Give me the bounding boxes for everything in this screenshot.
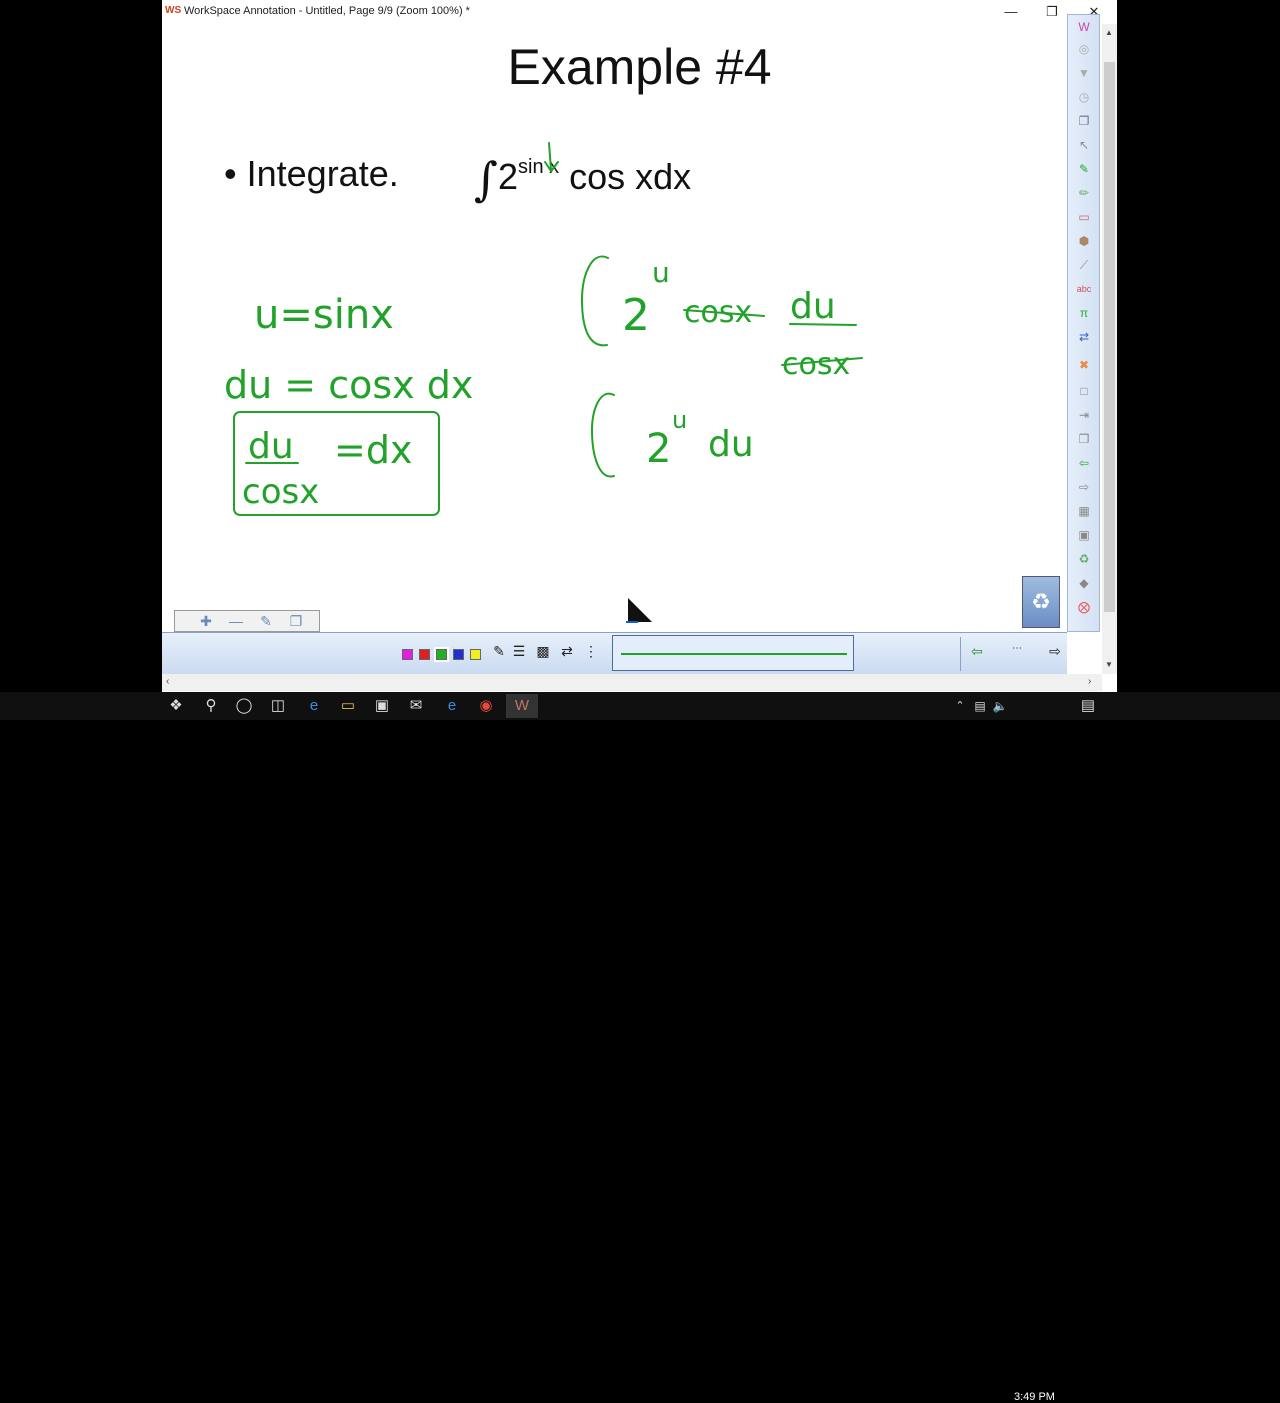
ink-u-equals-sinx: u=sinx	[254, 292, 394, 338]
cortana-icon[interactable]: ◯	[228, 694, 260, 718]
color-swatch-blue[interactable]	[453, 649, 464, 660]
exit-icon[interactable]: ⨂	[1074, 597, 1094, 617]
zoom-toolbar: ✚ — ✎ ❐	[174, 610, 320, 632]
color-swatch-yellow[interactable]	[470, 649, 481, 660]
timer-icon[interactable]: ◷	[1074, 87, 1094, 107]
tool-icon-1[interactable]: ◎	[1074, 39, 1094, 59]
scroll-up-icon[interactable]: ▲	[1105, 28, 1113, 37]
taskbar-clock[interactable]: 3:49 PM	[1014, 1391, 1055, 1403]
select-icon[interactable]: ↖	[1074, 135, 1094, 155]
highlighter-icon[interactable]: ✏	[1074, 183, 1094, 203]
ink-2u-exp: u	[652, 256, 670, 289]
task-view-icon[interactable]: ◫	[262, 694, 294, 718]
math-icon[interactable]: π	[1074, 303, 1094, 323]
ink-du-equals: du = cosx dx	[224, 363, 473, 407]
ink-box-du: du	[248, 426, 294, 467]
ink-cosx-top: cosx	[684, 295, 752, 330]
line-width-icon[interactable]: ☰	[510, 643, 528, 663]
new-page-icon[interactable]: □	[1074, 381, 1094, 401]
clear-icon[interactable]: ✖	[1074, 355, 1094, 375]
pen-tool-icon[interactable]: ✎	[1074, 159, 1094, 179]
dash-style-icon[interactable]: ⋮	[582, 643, 600, 663]
ink-du-bottom: du	[708, 424, 754, 465]
ink-arrow-down	[544, 142, 559, 172]
ink-cosx-bottom: cosx	[782, 347, 850, 382]
notification-icon[interactable]: ▤	[1072, 694, 1104, 718]
import-icon[interactable]: ⇥	[1074, 405, 1094, 425]
volume-icon[interactable]: 🔈	[984, 694, 1016, 718]
recycle-bin-icon[interactable]: ♻	[1022, 576, 1060, 628]
mail-icon[interactable]: ✉	[400, 694, 432, 718]
workspace-taskbar-icon[interactable]: W	[506, 694, 538, 718]
horizontal-scrollbar[interactable]: ‹ ›	[162, 674, 1102, 691]
search-icon[interactable]: ⚲	[195, 694, 227, 718]
arrows-icon[interactable]: ⇄	[1074, 327, 1094, 347]
next-page-icon[interactable]: ⇨	[1046, 643, 1064, 663]
store-icon[interactable]: ▣	[366, 694, 398, 718]
back-icon[interactable]: ⇦	[1074, 453, 1094, 473]
pages-icon[interactable]: ❐	[285, 612, 307, 630]
start-icon[interactable]: ❖	[160, 694, 192, 718]
file-explorer-icon[interactable]: ▭	[332, 694, 364, 718]
save-icon[interactable]: ▣	[1074, 525, 1094, 545]
edge-icon[interactable]: e	[298, 694, 330, 718]
grid-icon[interactable]: ▦	[1074, 501, 1094, 521]
ws-logo-icon: W	[1078, 20, 1090, 34]
ink-du-top: du	[790, 286, 836, 327]
color-swatch-magenta[interactable]	[402, 649, 413, 660]
internet-explorer-icon[interactable]: e	[436, 694, 468, 718]
text-tool-icon[interactable]: abc	[1074, 279, 1094, 299]
tag-icon[interactable]: ◆	[1074, 573, 1094, 593]
vertical-scrollbar[interactable]: ▲ ▼	[1102, 24, 1117, 674]
pen-icon[interactable]: ✎	[490, 643, 508, 663]
ink-2u2-exp: u	[672, 406, 687, 434]
scroll-left-icon[interactable]: ‹	[166, 676, 169, 687]
ink-2u2-base: 2	[646, 426, 671, 472]
ink-2u-base: 2	[622, 290, 650, 341]
bottom-toolbar: ✎ ☰ ▩ ⇄ ⋮ ⇦ ⋯ ⇨	[162, 632, 1067, 675]
zoom-in-icon[interactable]: ✚	[195, 612, 217, 630]
ink-integral-big-1	[581, 255, 609, 347]
copy-icon[interactable]: ❐	[1074, 111, 1094, 131]
edit-icon[interactable]: ✎	[255, 612, 277, 630]
eraser-icon[interactable]: ▭	[1074, 207, 1094, 227]
color-swatch-green[interactable]	[434, 647, 449, 662]
forward-icon[interactable]: ⇨	[1074, 477, 1094, 497]
previous-page-icon[interactable]: ⇦	[968, 643, 986, 663]
shape-icon[interactable]: ⬢	[1074, 231, 1094, 251]
line-tool-icon[interactable]: ⟋	[1074, 255, 1094, 275]
color-swatch-red[interactable]	[419, 649, 430, 660]
page-indicator-icon[interactable]: ⋯	[1008, 643, 1026, 663]
recycle-tool-icon[interactable]: ♻	[1074, 549, 1094, 569]
scroll-right-icon[interactable]: ›	[1088, 676, 1091, 687]
vertical-scroll-thumb[interactable]	[1104, 62, 1115, 612]
ink-box-cosx: cosx	[242, 472, 319, 512]
handwriting-layer: u=sinx du = cosx dx du cosx =dx 2 u cosx…	[224, 142, 863, 516]
chrome-icon[interactable]: ◉	[470, 694, 502, 718]
pen-preview	[612, 635, 854, 671]
toolbar-divider	[960, 637, 961, 671]
scroll-down-icon[interactable]: ▼	[1105, 660, 1113, 669]
zoom-out-icon[interactable]: —	[225, 612, 247, 630]
ink-integral-big-2	[591, 392, 615, 478]
taskbar: ❖ ⚲ ◯ ◫ e ▭ ▣ ✉ e ◉ W ⌃ ▤ 🔈 3:49 PM ▤	[0, 692, 1280, 1403]
app-window: WS WorkSpace Annotation - Untitled, Page…	[162, 0, 1117, 692]
transparency-icon[interactable]: ▩	[534, 643, 552, 663]
pen-preview-line	[621, 653, 847, 655]
cursor-tool-icon[interactable]	[624, 592, 658, 628]
screenshot-icon[interactable]: ❐	[1074, 429, 1094, 449]
right-tool-sidebar: W ◎ ▼ ◷ ❐ ↖ ✎ ✏ ▭ ⬢ ⟋ abc π ⇄ ✖ □ ⇥ ❐ ⇦ …	[1067, 14, 1100, 632]
tool-icon-2[interactable]: ▼	[1074, 63, 1094, 83]
line-style-icon[interactable]: ⇄	[558, 643, 576, 663]
ink-box-equals-dx: =dx	[334, 428, 412, 472]
